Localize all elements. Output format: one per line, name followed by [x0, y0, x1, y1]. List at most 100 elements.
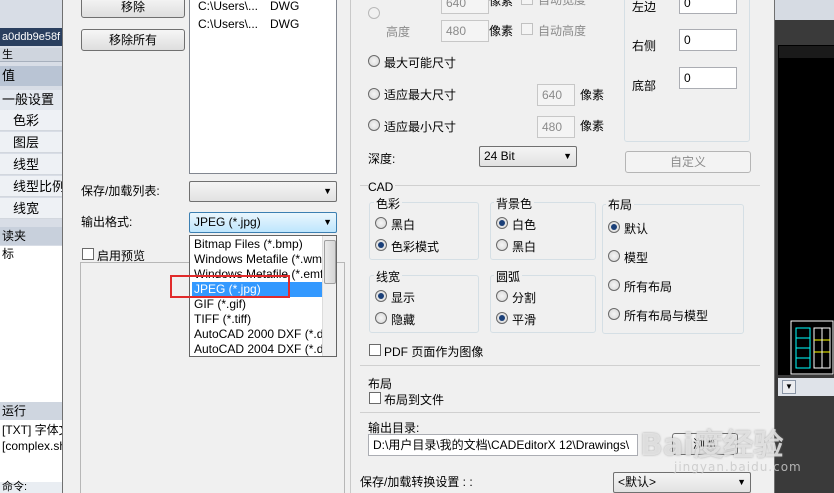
depth-select[interactable]: 24 Bit ▼	[479, 146, 577, 167]
format-option-dxf2004[interactable]: AutoCAD 2004 DXF (*.dxf)	[192, 342, 322, 356]
property-linewidth[interactable]: 线宽	[0, 198, 70, 219]
property-value-header: 值	[0, 66, 70, 86]
auto-height-checkbox[interactable]	[521, 23, 533, 35]
height-field[interactable]: 480	[441, 20, 489, 42]
output-format-value: JPEG (*.jpg)	[194, 215, 261, 229]
width-unit: 像素	[489, 0, 514, 8]
margin-left-field[interactable]: 0	[679, 0, 737, 14]
auto-width-label: 自动宽度	[538, 0, 587, 7]
enable-preview-checkbox[interactable]	[82, 248, 94, 260]
max-possible-radio[interactable]	[368, 55, 380, 67]
drawing-title-bar	[779, 46, 834, 58]
chevron-down-icon: ▼	[563, 151, 572, 161]
format-option-dxf2000[interactable]: AutoCAD 2000 DXF (*.dxf)	[192, 327, 322, 342]
layout-divider	[360, 365, 760, 366]
margin-bottom-field[interactable]: 0	[679, 67, 737, 89]
left-section-label: 生	[0, 48, 70, 62]
size-custom-radio[interactable]	[368, 7, 380, 19]
color-mode-label: 色彩模式	[391, 240, 440, 254]
watermark-text: Bai度经验	[640, 428, 784, 463]
chevron-down-icon[interactable]: ▼	[782, 380, 796, 394]
format-option-bmp[interactable]: Bitmap Files (*.bmp)	[192, 237, 322, 252]
fit-max-unit: 像素	[580, 88, 605, 102]
format-option-tiff[interactable]: TIFF (*.tiff)	[192, 312, 322, 327]
depth-value: 24 Bit	[484, 149, 515, 163]
arc-smooth-radio[interactable]	[496, 312, 508, 324]
command-line-label[interactable]: 命令:	[0, 482, 70, 493]
pdf-page-label: PDF 页面作为图像	[384, 345, 484, 359]
file-path[interactable]: C:\Users\...	[198, 17, 258, 31]
arc-split-radio[interactable]	[496, 290, 508, 302]
margin-bottom-label: 底部	[632, 79, 657, 93]
general-settings-header[interactable]: 一般设置	[0, 90, 70, 110]
layout-section-title: 布局	[368, 377, 393, 391]
bg-bw-label: 黑白	[512, 240, 537, 254]
remove-all-button[interactable]: 移除所有	[81, 29, 185, 51]
auto-width-checkbox[interactable]	[521, 0, 533, 5]
output-format-label: 输出格式:	[81, 215, 133, 229]
folder-panel-header[interactable]: 读夹	[0, 227, 70, 245]
color-group-title: 色彩	[374, 195, 403, 212]
layout-all-model-radio[interactable]	[608, 308, 620, 320]
background-group-title: 背景色	[494, 195, 535, 212]
pdf-page-checkbox[interactable]	[369, 344, 381, 356]
file-list[interactable]: C:\Users\... DWG C:\Users\... DWG	[189, 0, 337, 174]
layout-options-title: 布局	[606, 196, 635, 213]
bg-bw-radio[interactable]	[496, 239, 508, 251]
property-layer[interactable]: 图层	[0, 132, 70, 153]
file-type: DWG	[270, 17, 300, 31]
fit-min-unit: 像素	[580, 119, 605, 133]
output-dir-field[interactable]: D:\用户目录\我的文档\CADEditorX 12\Drawings\	[368, 434, 638, 456]
fit-min-field[interactable]: 480	[537, 116, 575, 138]
file-path[interactable]: C:\Users\...	[198, 0, 258, 13]
log-line: [complex.shx]	[2, 439, 68, 453]
width-field[interactable]: 640	[441, 0, 489, 14]
chevron-down-icon: ▼	[323, 186, 332, 196]
output-divider	[360, 412, 760, 413]
layout-default-radio[interactable]	[608, 221, 620, 233]
command-log: [TXT] 字体文件 [complex.shx]	[0, 420, 70, 484]
linewidth-hide-radio[interactable]	[375, 312, 387, 324]
property-linetype[interactable]: 线型	[0, 154, 70, 175]
fit-max-label: 适应最大尺寸	[384, 88, 457, 102]
property-linetype-scale[interactable]: 线型比例	[0, 176, 70, 197]
color-bw-label: 黑白	[391, 218, 416, 232]
remove-button[interactable]: 移除	[81, 0, 185, 18]
fit-max-field[interactable]: 640	[537, 84, 575, 106]
right-toolbar	[775, 0, 834, 20]
arc-split-label: 分割	[512, 291, 537, 305]
format-option-wmf[interactable]: Windows Metafile (*.wmf)	[192, 252, 322, 267]
layout-model-radio[interactable]	[608, 250, 620, 262]
cad-section-title: CAD	[368, 180, 396, 194]
format-option-gif[interactable]: GIF (*.gif)	[192, 297, 322, 312]
color-mode-radio[interactable]	[375, 239, 387, 251]
custom-button[interactable]: 自定义	[625, 151, 751, 173]
height-unit: 像素	[489, 24, 514, 38]
dropdown-scrollbar[interactable]	[322, 236, 336, 356]
fit-min-radio[interactable]	[368, 119, 380, 131]
layout-model-label: 模型	[624, 251, 649, 265]
watermark-logo: Bai度经验 jingyan.baidu.com	[640, 420, 801, 490]
attribute-label: 标	[0, 246, 70, 262]
layout-to-file-checkbox[interactable]	[369, 392, 381, 404]
save-load-list-select[interactable]: ▼	[189, 181, 337, 202]
linewidth-show-radio[interactable]	[375, 290, 387, 302]
property-color[interactable]: 色彩	[0, 110, 70, 131]
margin-right-field[interactable]: 0	[679, 29, 737, 51]
file-type: DWG	[270, 0, 300, 13]
scroll-thumb[interactable]	[324, 240, 336, 284]
margin-left-label: 左边	[632, 0, 657, 14]
depth-label: 深度:	[368, 152, 396, 166]
fit-max-radio[interactable]	[368, 88, 380, 100]
layout-to-file-label: 布局到文件	[384, 393, 445, 407]
bg-white-radio[interactable]	[496, 217, 508, 229]
color-bw-radio[interactable]	[375, 217, 387, 229]
output-format-select[interactable]: JPEG (*.jpg) ▼	[189, 212, 337, 233]
layout-all-radio[interactable]	[608, 279, 620, 291]
convert-settings-label: 保存/加载转换设置 : :	[360, 475, 473, 489]
save-load-list-label: 保存/加载列表:	[81, 184, 160, 198]
run-panel-header: 运行	[0, 402, 70, 420]
cad-drawing-preview	[790, 320, 834, 375]
log-line: [TXT] 字体文件	[2, 423, 68, 437]
layout-all-model-label: 所有布局与模型	[624, 309, 709, 323]
